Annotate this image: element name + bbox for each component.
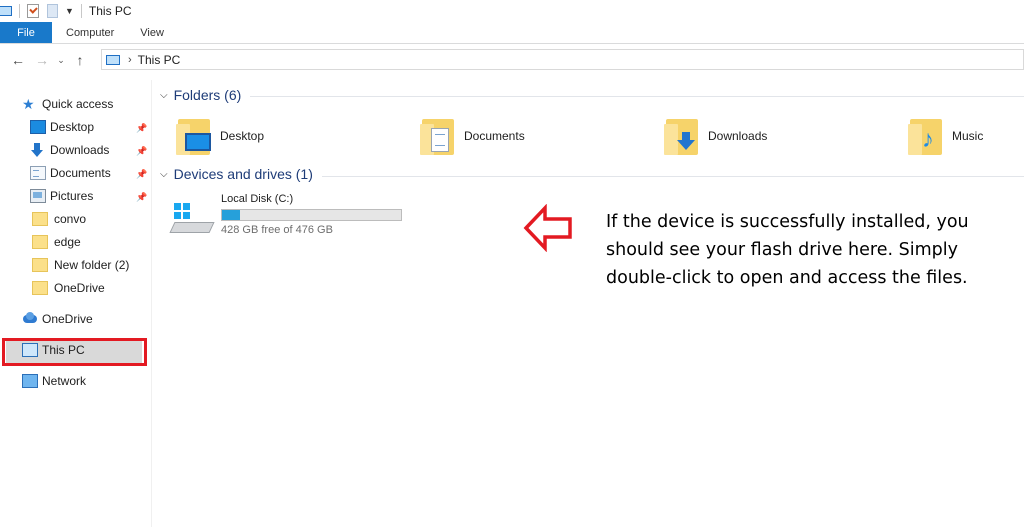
star-icon: ★	[22, 96, 35, 112]
group-title: Devices and drives (1)	[173, 166, 313, 182]
desktop-folder-icon	[176, 116, 214, 156]
pin-icon[interactable]: 📌	[136, 192, 147, 203]
downloads-folder-icon	[664, 116, 702, 156]
annotation-text: If the device is successfully installed,…	[606, 212, 969, 288]
pin-icon[interactable]: 📌	[136, 169, 147, 180]
window-title: This PC	[88, 4, 132, 18]
sidebar-item-quick-access[interactable]: ★ Quick access	[22, 94, 113, 114]
desktop-icon	[30, 120, 46, 134]
tab-file[interactable]: File	[0, 22, 52, 43]
sidebar-item-downloads[interactable]: Downloads	[30, 140, 109, 160]
onedrive-cloud-icon	[22, 312, 38, 326]
annotation-arrow-icon	[523, 204, 572, 252]
drive-name: Local Disk (C:)	[221, 193, 294, 205]
pin-icon[interactable]: 📌	[136, 146, 147, 157]
up-button[interactable]: ↑	[68, 49, 92, 71]
folder-music[interactable]: ♪ Music	[908, 114, 983, 158]
back-button[interactable]: ←	[6, 49, 30, 71]
folder-label: Desktop	[220, 129, 265, 143]
sidebar-item-label: Quick access	[42, 97, 114, 111]
hard-drive-icon	[169, 203, 215, 237]
drive-usage-fill	[222, 210, 240, 220]
group-title: Folders (6)	[173, 87, 242, 103]
sidebar-item-label: OneDrive	[42, 312, 93, 326]
windows-logo-icon	[174, 203, 190, 219]
title-bar: ▼ This PC	[0, 0, 1024, 22]
sidebar-item-label: Pictures	[50, 189, 94, 203]
group-divider	[322, 176, 1024, 177]
sidebar-item-label: New folder (2)	[54, 258, 130, 272]
ribbon-tabs: File Computer View	[0, 22, 1024, 44]
sidebar-item-label: Documents	[50, 166, 111, 180]
forward-button[interactable]: →	[30, 49, 54, 71]
downloads-icon	[30, 143, 46, 157]
chevron-down-icon[interactable]: ⌵	[160, 90, 168, 101]
navigation-pane: ★ Quick access Desktop 📌 Downloads 📌 Doc…	[0, 80, 152, 527]
separator	[19, 4, 20, 18]
folder-downloads[interactable]: Downloads	[664, 114, 767, 158]
navigation-bar: ← → ⌄ ↑ › This PC	[0, 48, 1024, 72]
network-icon	[22, 374, 38, 388]
sidebar-item-label: edge	[54, 235, 81, 249]
folder-label: Downloads	[708, 129, 768, 143]
address-bar[interactable]: › This PC	[101, 49, 1024, 70]
sidebar-item-label: OneDrive	[54, 281, 105, 295]
breadcrumb-this-pc[interactable]: This PC	[138, 53, 181, 67]
this-pc-highlight-box	[2, 338, 147, 366]
sidebar-item-label: Downloads	[50, 143, 110, 157]
new-folder-icon[interactable]	[47, 4, 58, 18]
drive-free-space: 428 GB free of 476 GB	[221, 224, 333, 236]
folder-label: Documents	[464, 129, 525, 143]
sidebar-item-network[interactable]: Network	[22, 371, 86, 391]
folder-icon	[32, 212, 48, 226]
properties-icon[interactable]	[27, 4, 39, 18]
this-pc-icon	[0, 6, 12, 16]
folder-icon	[32, 235, 48, 249]
folder-icon	[32, 281, 48, 295]
drive-local-disk-c[interactable]: Local Disk (C:) 428 GB free of 476 GB	[169, 193, 410, 239]
recent-locations-dropdown[interactable]: ⌄	[54, 55, 68, 66]
folder-documents[interactable]: Documents	[420, 114, 525, 158]
folder-icon	[32, 258, 48, 272]
sidebar-item-label: Desktop	[50, 120, 95, 134]
sidebar-item-documents[interactable]: Documents	[30, 163, 111, 183]
music-folder-icon: ♪	[908, 116, 946, 156]
sidebar-item-onedrive[interactable]: OneDrive	[22, 309, 93, 329]
group-header-devices[interactable]: ⌵ Devices and drives (1)	[160, 166, 313, 182]
sidebar-item-convo[interactable]: convo	[32, 209, 86, 229]
separator	[80, 4, 82, 18]
this-pc-icon	[106, 54, 120, 65]
folder-label: Music	[952, 129, 984, 143]
sidebar-item-pictures[interactable]: Pictures	[30, 186, 93, 206]
chevron-down-icon[interactable]: ⌵	[160, 169, 168, 180]
documents-folder-icon	[420, 116, 458, 156]
customize-toolbar-dropdown[interactable]: ▼	[65, 6, 74, 16]
documents-icon	[30, 166, 46, 180]
sidebar-item-desktop[interactable]: Desktop	[30, 117, 94, 137]
sidebar-item-edge[interactable]: edge	[32, 232, 81, 252]
tab-computer[interactable]: Computer	[52, 22, 127, 43]
group-header-folders[interactable]: ⌵ Folders (6)	[160, 87, 241, 103]
sidebar-item-label: convo	[54, 212, 87, 226]
drive-usage-bar	[221, 209, 402, 221]
pictures-icon	[30, 189, 46, 203]
chevron-right-icon[interactable]: ›	[128, 54, 132, 66]
pin-icon[interactable]: 📌	[136, 123, 147, 134]
sidebar-item-new-folder-2[interactable]: New folder (2)	[32, 255, 129, 275]
tab-view[interactable]: View	[127, 22, 177, 43]
group-divider	[250, 96, 1024, 97]
sidebar-item-onedrive-folder[interactable]: OneDrive	[32, 278, 105, 298]
folder-desktop[interactable]: Desktop	[176, 114, 264, 158]
sidebar-item-label: Network	[42, 374, 87, 388]
